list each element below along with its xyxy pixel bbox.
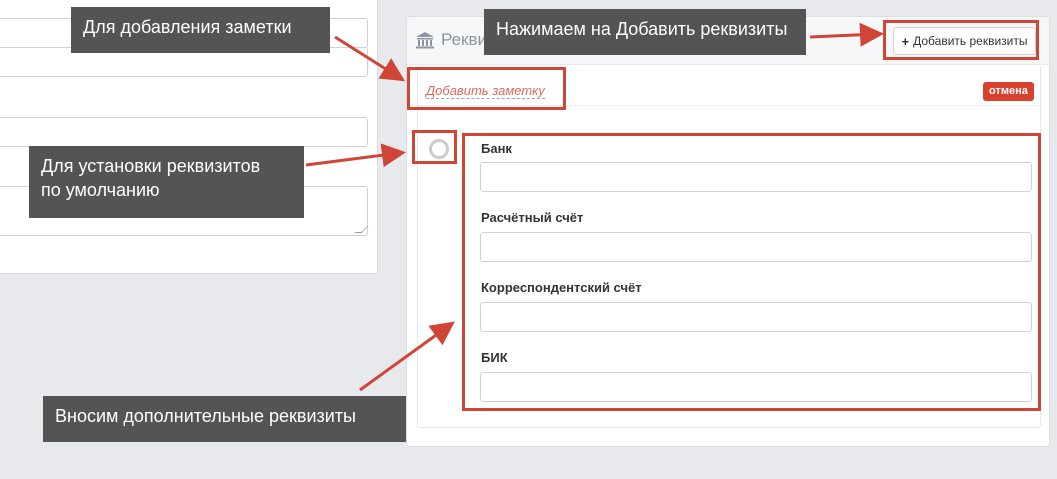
highlight-add-requisites [883,20,1039,60]
callout-add-requisites: Нажимаем на Добавить реквизиты [484,9,806,55]
resize-grip-icon[interactable] [354,226,369,233]
callout-default: Для установки реквизитов по умолчанию [29,146,304,218]
highlight-fields [462,133,1041,411]
callout-default-line1: Для установки реквизитов [41,156,261,176]
highlight-default-radio [412,130,457,164]
bank-icon [416,32,434,49]
highlight-add-note [407,67,566,110]
callout-extra-requisites: Вносим дополнительные реквизиты [43,396,406,442]
left-text-input-3[interactable] [0,117,368,147]
cancel-button[interactable]: отмена [983,82,1034,101]
callout-default-line2: по умолчанию [41,180,160,200]
callout-add-note: Для добавления заметки [71,7,330,53]
